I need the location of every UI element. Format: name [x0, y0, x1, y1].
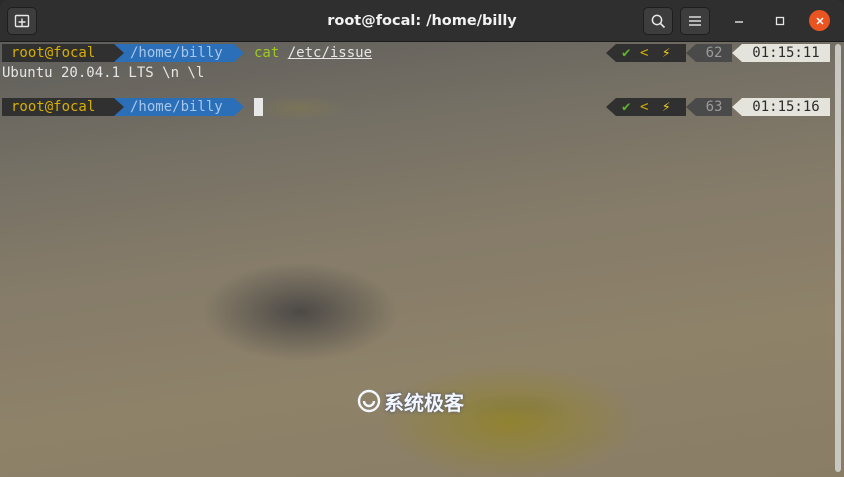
new-tab-button[interactable]: [7, 7, 37, 35]
close-button[interactable]: [809, 10, 830, 31]
terminal-window: root@focal: /home/billy root@focal /home…: [0, 0, 844, 477]
prompt-user-segment: root@focal: [2, 98, 114, 116]
command-text: cat /etc/issue: [254, 44, 372, 62]
scrollbar-thumb[interactable]: [835, 44, 841, 472]
status-segment: ✔ < ⚡: [616, 98, 686, 116]
new-tab-icon: [14, 14, 30, 28]
segment-separator-icon: [606, 44, 616, 62]
segment-separator-icon: [114, 44, 124, 62]
status-segment: ✔ < ⚡: [616, 44, 686, 62]
history-number: 63: [696, 98, 732, 116]
prompt-directory: /home/billy: [130, 99, 223, 115]
lightning-icon: ⚡: [662, 45, 671, 61]
watermark-text: 系统极客: [384, 390, 464, 415]
chevron-left-icon: <: [640, 45, 649, 61]
command-name: cat: [254, 45, 280, 61]
chevron-left-icon: <: [640, 99, 649, 115]
minimize-icon: [735, 21, 743, 23]
search-icon: [651, 14, 665, 28]
menu-button[interactable]: [680, 7, 710, 35]
segment-separator-icon: [732, 44, 742, 62]
command-argument: /etc/issue: [287, 45, 373, 61]
close-icon: [815, 16, 824, 25]
segment-separator-icon: [234, 98, 244, 116]
status-ok-icon: ✔: [622, 99, 631, 115]
prompt-time: 01:15:16: [742, 98, 830, 116]
prompt-user: root@focal: [11, 99, 96, 115]
segment-separator-icon: [732, 98, 742, 116]
window-title: root@focal: /home/billy: [327, 13, 517, 29]
prompt-directory: /home/billy: [130, 45, 223, 61]
hamburger-menu-icon: [689, 16, 701, 26]
segment-separator-icon: [606, 98, 616, 116]
watermark-logo-icon: [357, 389, 381, 413]
status-ok-icon: ✔: [622, 45, 631, 61]
segment-separator-icon: [234, 44, 244, 62]
prompt-dir-segment: /home/billy: [114, 44, 234, 62]
watermark: 系统极客: [357, 388, 464, 415]
prompt-user: root@focal: [11, 45, 96, 61]
segment-separator-icon: [686, 98, 696, 116]
segment-separator-icon: [686, 44, 696, 62]
segment-separator-icon: [114, 98, 124, 116]
text-cursor: [254, 98, 263, 116]
search-button[interactable]: [643, 7, 673, 35]
maximize-button[interactable]: [770, 11, 790, 31]
prompt-dir-segment: /home/billy: [114, 98, 234, 116]
title-bar: root@focal: /home/billy: [0, 0, 844, 42]
prompt-time: 01:15:11: [742, 44, 830, 62]
lightning-icon: ⚡: [662, 99, 671, 115]
maximize-icon: [775, 16, 785, 26]
command-output: Ubuntu 20.04.1 LTS \n \l: [2, 65, 205, 81]
minimize-button[interactable]: [729, 11, 749, 31]
history-number: 62: [696, 44, 732, 62]
prompt-user-segment: root@focal: [2, 44, 114, 62]
